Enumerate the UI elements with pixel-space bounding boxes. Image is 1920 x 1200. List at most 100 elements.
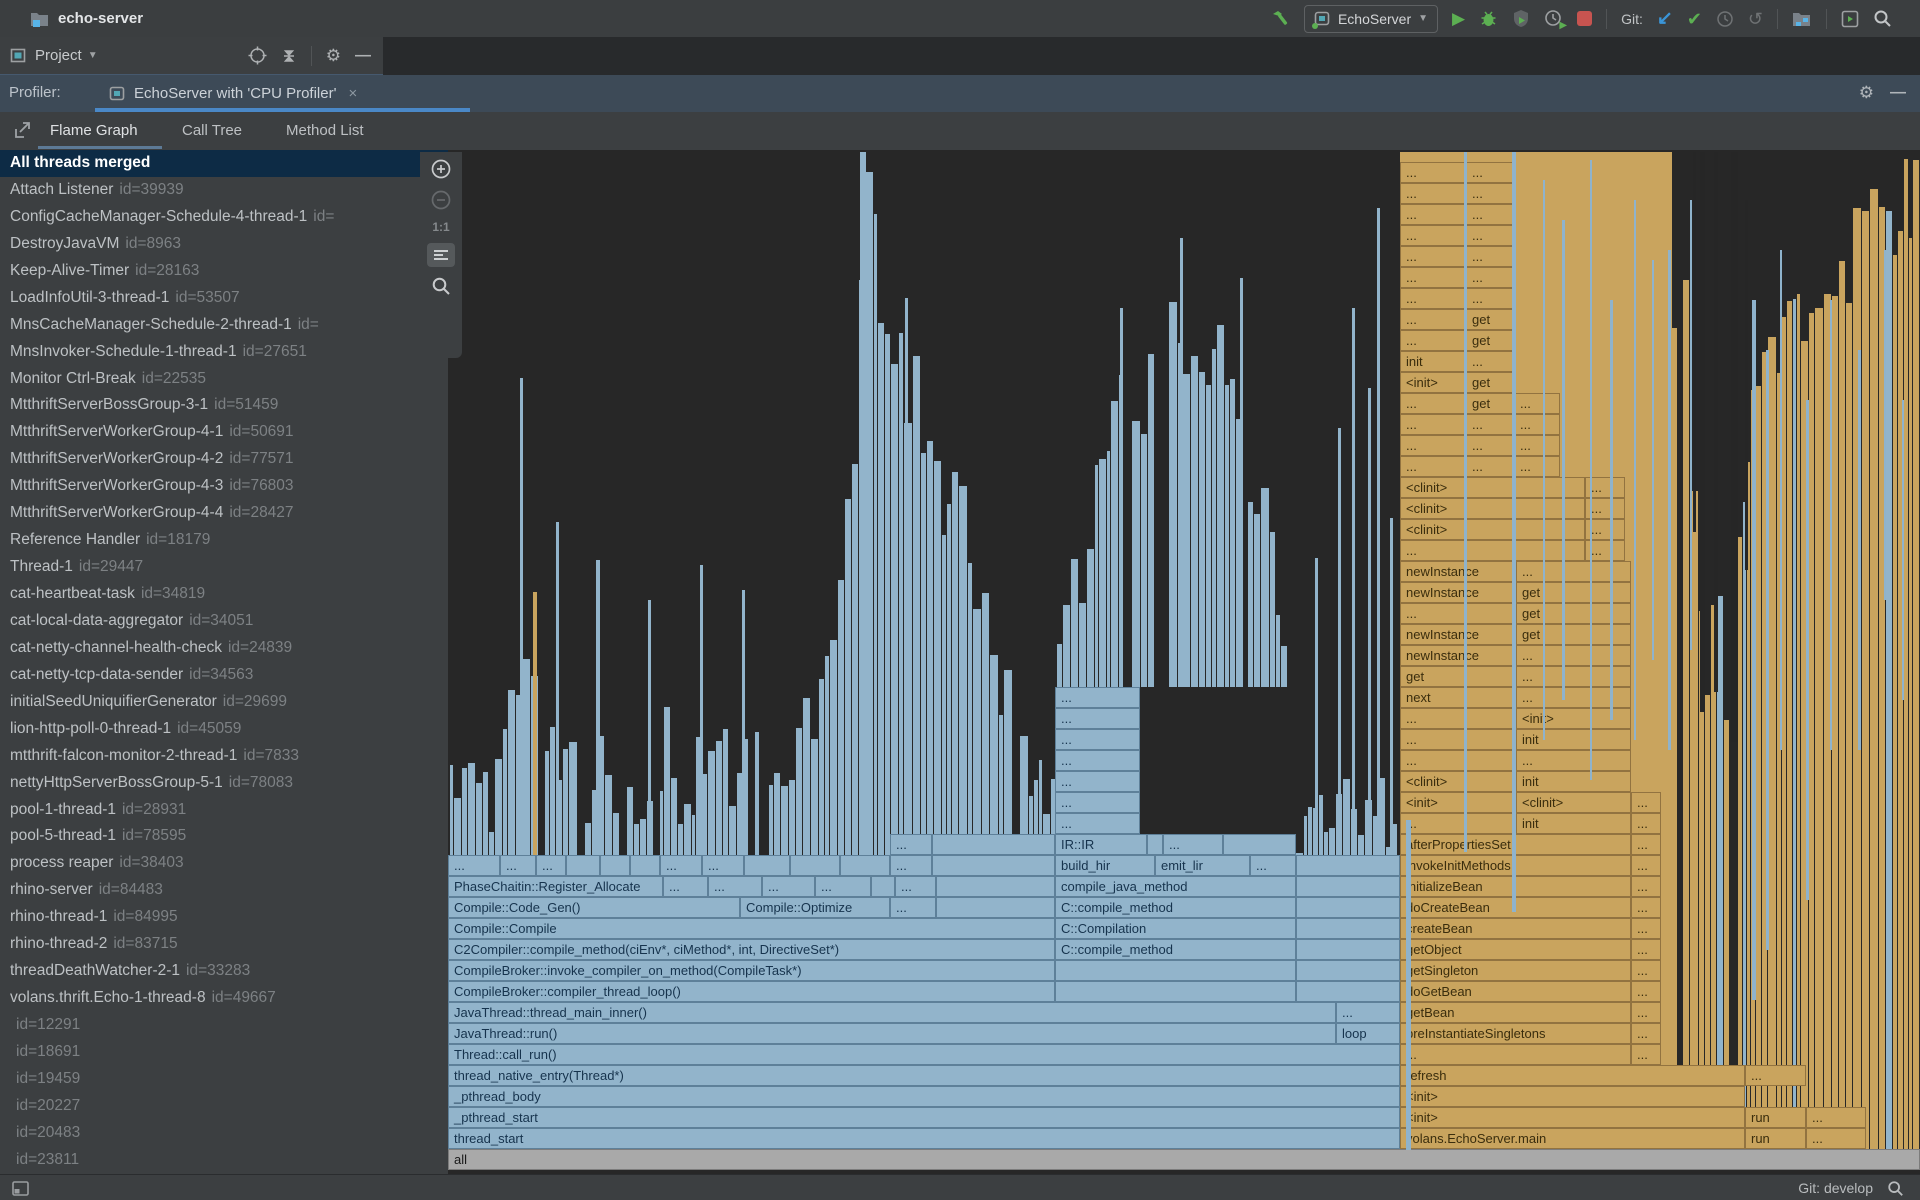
flame-cell[interactable]: ... <box>1466 246 1514 267</box>
thread-row[interactable]: cat-netty-tcp-data-senderid=34563 <box>0 662 448 689</box>
flame-cell[interactable]: newInstance <box>1400 582 1516 603</box>
flame-cell[interactable]: ... <box>1400 309 1466 330</box>
flame-cell[interactable]: ... <box>1400 456 1466 477</box>
flame-cell[interactable]: _pthread_start <box>448 1107 1400 1128</box>
flame-cell[interactable]: ... <box>1516 750 1631 771</box>
git-commit-icon[interactable]: ✔ <box>1687 10 1702 28</box>
thread-row[interactable]: Attach Listenerid=39939 <box>0 177 448 204</box>
collapse-all-icon[interactable] <box>281 47 297 65</box>
flame-cell[interactable]: run <box>1745 1128 1806 1149</box>
flame-cell[interactable]: newInstance <box>1400 624 1516 645</box>
flame-cell[interactable]: ... <box>1631 918 1661 939</box>
flame-cell[interactable]: loop <box>1336 1023 1400 1044</box>
flame-cell[interactable] <box>932 834 1055 855</box>
flame-cell[interactable]: get <box>1466 330 1514 351</box>
flame-cell[interactable]: ... <box>1400 708 1516 729</box>
flame-cell[interactable]: ... <box>1466 267 1514 288</box>
flame-cell[interactable]: ... <box>1631 960 1661 981</box>
debug-bug-icon[interactable] <box>1479 9 1498 28</box>
flame-cell[interactable]: ... <box>1514 435 1560 456</box>
flame-cell[interactable]: ... <box>1516 561 1631 582</box>
flame-cell[interactable]: ... <box>1631 1044 1661 1065</box>
thread-row[interactable]: process reaperid=38403 <box>0 850 448 877</box>
flame-cell[interactable] <box>1296 855 1400 876</box>
flame-cell[interactable]: ... <box>1055 708 1140 729</box>
flame-cell[interactable] <box>932 855 1055 876</box>
flame-cell[interactable] <box>1296 897 1400 918</box>
flame-cell[interactable]: init <box>1516 771 1631 792</box>
flame-cell[interactable]: ... <box>1400 246 1466 267</box>
flame-cell[interactable]: <init> <box>1400 1107 1745 1128</box>
flame-cell[interactable]: ... <box>1745 1065 1806 1086</box>
thread-row[interactable]: Reference Handlerid=18179 <box>0 527 448 554</box>
thread-row[interactable]: Thread-1id=29447 <box>0 554 448 581</box>
flame-cell[interactable]: get <box>1516 603 1631 624</box>
flame-cell[interactable]: ... <box>1400 288 1466 309</box>
flame-cell[interactable]: ... <box>1631 981 1661 1002</box>
flame-cell[interactable]: getSingleton <box>1400 960 1631 981</box>
flame-cell[interactable] <box>1296 981 1400 1002</box>
thread-row[interactable]: MtthriftServerWorkerGroup-4-2id=77571 <box>0 446 448 473</box>
flame-search-icon[interactable] <box>431 276 451 296</box>
locate-target-icon[interactable] <box>248 46 267 65</box>
flame-cell[interactable]: C::compile_method <box>1055 897 1296 918</box>
flame-cell[interactable]: get <box>1466 393 1514 414</box>
flame-cell[interactable]: ... <box>890 855 932 876</box>
flame-cell[interactable]: ... <box>1055 813 1140 834</box>
chevron-down-icon[interactable]: ▼ <box>88 50 98 61</box>
flame-cell[interactable]: ... <box>1631 855 1661 876</box>
thread-row[interactable]: MtthriftServerWorkerGroup-4-1id=50691 <box>0 419 448 446</box>
flame-cell[interactable]: ... <box>1516 666 1631 687</box>
flame-cell[interactable]: <clinit> <box>1400 498 1585 519</box>
thread-row[interactable]: id=19459 <box>0 1066 448 1093</box>
flame-cell[interactable]: <init> <box>1400 372 1466 393</box>
flame-cell[interactable]: ... <box>1466 225 1514 246</box>
thread-row[interactable]: threadDeathWatcher-2-1id=33283 <box>0 958 448 985</box>
flame-cell[interactable] <box>840 855 890 876</box>
flame-cell[interactable]: ... <box>1516 687 1631 708</box>
flame-cell[interactable]: <clinit> <box>1400 477 1585 498</box>
flame-cell[interactable]: ... <box>762 876 815 897</box>
flame-graph[interactable]: allthread_start_pthread_start_pthread_bo… <box>448 150 1920 1174</box>
flame-cell[interactable]: ... <box>1466 351 1514 372</box>
flame-cell[interactable] <box>1296 939 1400 960</box>
flame-cell[interactable]: ... <box>1466 435 1514 456</box>
thread-row[interactable]: cat-heartbeat-taskid=34819 <box>0 581 448 608</box>
flame-cell[interactable]: <clinit> <box>1400 519 1585 540</box>
flame-cell[interactable]: ... <box>702 855 744 876</box>
project-structure-icon[interactable] <box>1792 10 1812 28</box>
flame-cell[interactable]: Compile::Optimize <box>740 897 890 918</box>
flame-cell[interactable]: ... <box>1055 771 1140 792</box>
thread-row[interactable]: MtthriftServerWorkerGroup-4-4id=28427 <box>0 500 448 527</box>
flame-cell[interactable]: ... <box>1400 393 1466 414</box>
flame-cell[interactable]: init <box>1516 729 1631 750</box>
flame-cell[interactable]: build_hir <box>1055 855 1155 876</box>
thread-row[interactable]: DestroyJavaVMid=8963 <box>0 231 448 258</box>
rollback-icon[interactable]: ↺ <box>1748 10 1763 28</box>
thread-row[interactable]: nettyHttpServerBossGroup-5-1id=78083 <box>0 770 448 797</box>
flame-cell[interactable]: <clinit> <box>1516 792 1631 813</box>
flame-cell[interactable]: <init> <box>1516 708 1631 729</box>
flame-cell[interactable]: ... <box>1400 435 1466 456</box>
flame-cell[interactable]: <init> <box>1400 1086 1745 1107</box>
thread-row[interactable]: Keep-Alive-Timerid=28163 <box>0 258 448 285</box>
flame-cell[interactable]: ... <box>1514 393 1560 414</box>
flame-cell[interactable]: ... <box>1055 750 1140 771</box>
flame-cell[interactable]: C2Compiler::compile_method(ciEnv*, ciMet… <box>448 939 1055 960</box>
flame-cell[interactable] <box>1055 981 1296 1002</box>
flame-cell[interactable]: ... <box>1400 414 1466 435</box>
search-icon[interactable] <box>1873 9 1892 28</box>
flame-cell[interactable]: ... <box>1400 1044 1631 1065</box>
flame-cell[interactable]: CompileBroker::invoke_compiler_on_method… <box>448 960 1055 981</box>
flame-cell[interactable]: newInstance <box>1400 645 1516 666</box>
flame-cell[interactable]: ... <box>1466 204 1514 225</box>
build-hammer-icon[interactable] <box>1270 9 1290 29</box>
flame-view-mode-icon[interactable] <box>427 243 455 267</box>
git-branch-widget[interactable]: Git: develop <box>1798 1180 1873 1196</box>
flame-cell[interactable] <box>1296 918 1400 939</box>
flame-cell[interactable]: ... <box>1400 162 1466 183</box>
flame-cell[interactable]: run <box>1745 1107 1806 1128</box>
thread-row[interactable]: MnsInvoker-Schedule-1-thread-1id=27651 <box>0 339 448 366</box>
flame-cell[interactable]: ... <box>1466 162 1514 183</box>
flame-cell[interactable]: ... <box>663 876 708 897</box>
